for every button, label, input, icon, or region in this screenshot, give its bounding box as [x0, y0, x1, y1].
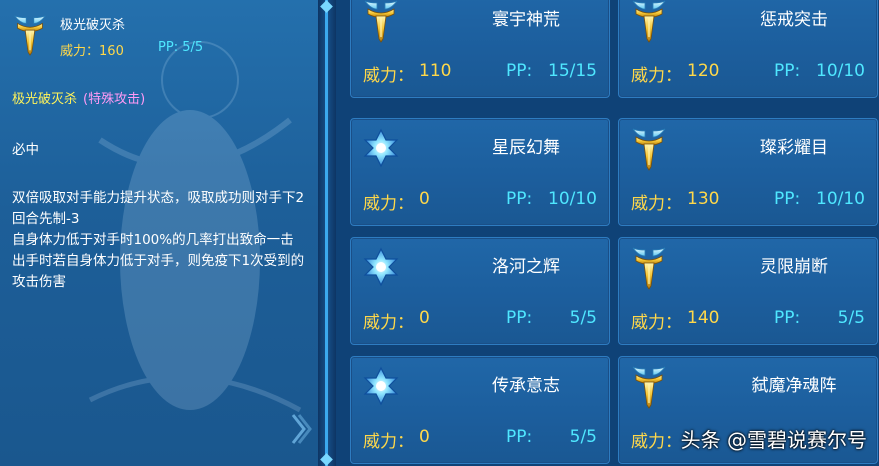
power-label: 威力：: [631, 432, 682, 452]
pp-value: 10/10: [816, 61, 865, 81]
power-value: 130: [687, 189, 720, 209]
pp-value: 10/10: [548, 189, 597, 209]
detail-title: 极光破灭杀 (特殊攻击): [12, 88, 145, 107]
winged-gold-emblem-icon: [629, 0, 669, 43]
power-value: 0: [419, 427, 430, 447]
skill-name: 惩戒突击: [760, 10, 828, 30]
detail-pp-value: 5/5: [182, 40, 204, 55]
pp-value: 5/5: [837, 308, 865, 328]
panel-divider: [318, 0, 336, 466]
skill-card[interactable]: 传承意志 威力： 0 PP: 5/5: [350, 356, 610, 464]
pp-label: PP:: [774, 61, 801, 81]
skill-card[interactable]: 惩戒突击 威力： 120 PP: 10/10: [618, 0, 878, 98]
power-label: 威力：: [631, 66, 682, 86]
pp-label: PP:: [506, 189, 533, 209]
power-value: 140: [687, 308, 720, 328]
winged-gold-emblem-icon: [629, 363, 669, 409]
skill-name: 传承意志: [492, 376, 560, 396]
power-label: 威力：: [363, 432, 414, 452]
pp-value: 10/10: [816, 189, 865, 209]
detail-power: 威力：160: [60, 44, 124, 59]
winged-gold-emblem-icon: [629, 244, 669, 290]
detail-title-name: 极光破灭杀: [12, 92, 78, 107]
pp-label: PP:: [506, 427, 533, 447]
chevron-right-icon[interactable]: [290, 412, 312, 446]
pp-value: 5/5: [569, 427, 597, 447]
winged-gold-emblem-icon: [10, 12, 50, 56]
divider-line: [325, 0, 328, 466]
skill-name: 璨彩耀目: [760, 138, 828, 158]
divider-gem: [320, 453, 333, 466]
skill-card[interactable]: 星辰幻舞 威力： 0 PP: 10/10: [350, 118, 610, 226]
blue-star-icon: [361, 244, 401, 290]
watermark: 头条 @雪碧说赛尔号: [680, 428, 867, 452]
detail-power-value: 160: [99, 44, 124, 59]
divider-gem: [320, 0, 333, 13]
detail-effects: 双倍吸取对手能力提升状态，吸取成功则对手下2回合先制-3 自身体力低于对手时10…: [12, 188, 310, 293]
blue-star-icon: [361, 125, 401, 171]
pp-label: PP:: [506, 308, 533, 328]
detail-pp-label: PP: [158, 40, 174, 55]
skill-card[interactable]: 洛河之辉 威力： 0 PP: 5/5: [350, 237, 610, 345]
pp-value: 15/15: [548, 61, 597, 81]
skill-name: 寰宇神荒: [492, 10, 560, 30]
skill-name: 弑魔净魂阵: [751, 376, 837, 396]
skill-grid: 寰宇神荒 威力： 110 PP: 15/15 惩戒突击 威力： 120 PP: …: [336, 0, 879, 466]
skill-name: 洛河之辉: [492, 257, 560, 277]
skill-name: 灵限崩断: [760, 257, 828, 277]
pp-label: PP:: [774, 189, 801, 209]
detail-effect-2: 双倍吸取对手能力提升状态，吸取成功则对手下2回合先制-3: [12, 190, 305, 227]
skill-card[interactable]: 璨彩耀目 威力： 130 PP: 10/10: [618, 118, 878, 226]
power-label: 威力：: [363, 66, 414, 86]
winged-gold-emblem-icon: [629, 125, 669, 171]
power-value: 110: [419, 61, 452, 81]
pp-label: PP:: [774, 308, 801, 328]
power-value: 0: [419, 189, 430, 209]
skill-card[interactable]: 灵限崩断 威力： 140 PP: 5/5: [618, 237, 878, 345]
power-label: 威力：: [363, 313, 414, 333]
detail-effect-4: 出手时若自身体力低于对手，则免疫下1次受到的攻击伤害: [12, 253, 305, 290]
power-label: 威力：: [363, 194, 414, 214]
blue-star-icon: [361, 363, 401, 409]
detail-category: (特殊攻击): [83, 92, 146, 107]
power-value: 0: [419, 308, 430, 328]
detail-pp: PP: 5/5: [158, 40, 204, 55]
detail-skill-name: 极光破灭杀: [60, 18, 126, 33]
detail-effect-1: 必中: [12, 142, 39, 158]
skill-name: 星辰幻舞: [492, 138, 560, 158]
detail-power-label: 威力: [60, 44, 87, 59]
power-label: 威力：: [631, 313, 682, 333]
pp-value: 5/5: [569, 308, 597, 328]
power-label: 威力：: [631, 194, 682, 214]
skill-detail-panel: 极光破灭杀 威力：160 PP: 5/5 极光破灭杀 (特殊攻击) 必中 双倍吸取…: [0, 0, 318, 466]
winged-gold-emblem-icon: [361, 0, 401, 43]
skill-card[interactable]: 寰宇神荒 威力： 110 PP: 15/15: [350, 0, 610, 98]
pp-label: PP:: [506, 61, 533, 81]
detail-effect-3: 自身体力低于对手时100%的几率打出致命一击: [12, 232, 294, 248]
power-value: 120: [687, 61, 720, 81]
